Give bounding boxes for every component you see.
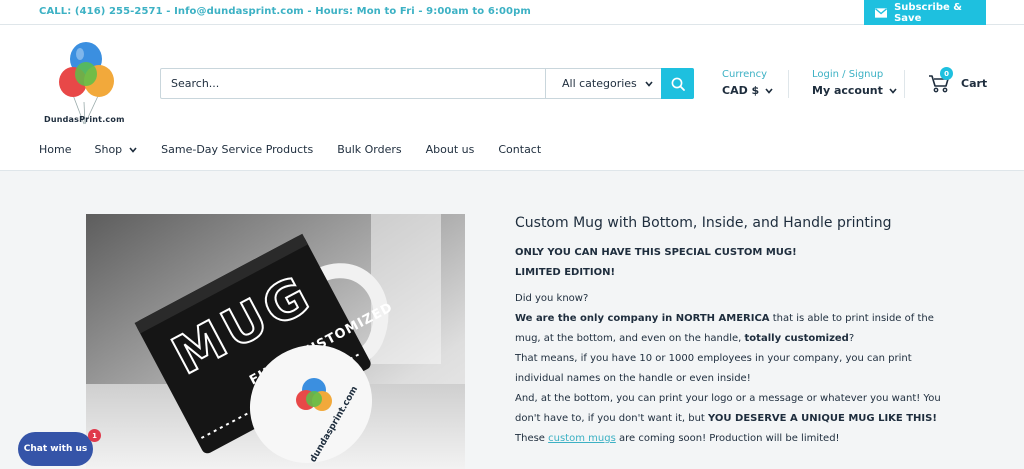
main-content: MUG FULLY CUSTOMIZED dundasprint.com Cus…: [0, 171, 1024, 469]
chevron-down-icon: [645, 80, 653, 87]
chevron-down-icon: [889, 87, 897, 94]
chevron-down-icon: [129, 146, 137, 153]
nav-item-label: Shop: [94, 143, 123, 156]
envelope-icon: [875, 7, 888, 18]
nav-item-about[interactable]: About us: [426, 143, 475, 156]
product-paragraph-3: And, at the bottom, you can print your l…: [515, 393, 941, 424]
custom-mugs-link[interactable]: custom mugs: [548, 433, 616, 444]
nav-item-label: About us: [425, 143, 475, 156]
currency-selector[interactable]: Currency CAD $: [722, 69, 773, 97]
main-nav: Home Shop Same-Day Service Products Bulk…: [39, 143, 541, 156]
currency-value: CAD $: [722, 84, 760, 97]
cart-count-badge: 0: [940, 67, 953, 80]
product-paragraph-2: That means, if you have 10 or 1000 emplo…: [515, 353, 912, 384]
product-limited: LIMITED EDITION!: [515, 267, 616, 278]
nav-item-label: Bulk Orders: [337, 143, 402, 156]
login-signup-link[interactable]: Login / Signup: [812, 69, 897, 80]
account-menu[interactable]: Login / Signup My account: [812, 69, 897, 97]
search-icon: [671, 77, 685, 91]
category-label: All categories: [562, 77, 637, 90]
currency-label: Currency: [722, 69, 768, 80]
nav-item-shop[interactable]: Shop: [94, 143, 137, 156]
nav-item-same-day[interactable]: Same-Day Service Products: [161, 143, 313, 156]
cart-label: Cart: [961, 76, 988, 90]
nav-item-contact[interactable]: Contact: [498, 143, 541, 156]
nav-item-label: Contact: [498, 143, 542, 156]
mug-illustration: MUG FULLY CUSTOMIZED dundasprint.com: [86, 214, 465, 469]
product-headline: ONLY YOU CAN HAVE THIS SPECIAL CUSTOM MU…: [515, 247, 797, 258]
my-account-label: My account: [812, 84, 883, 97]
subscribe-button[interactable]: Subscribe & Save: [864, 0, 986, 25]
nav-item-label: Same-Day Service Products: [161, 143, 314, 156]
logo[interactable]: [38, 40, 134, 126]
subscribe-label: Subscribe & Save: [894, 1, 962, 24]
top-bar: CALL: (416) 255-2571 - Info@dundasprint.…: [0, 0, 1024, 25]
contact-info: CALL: (416) 255-2571 - Info@dundasprint.…: [39, 6, 531, 17]
product-paragraph-1: We are the only company in NORTH AMERICA…: [515, 313, 934, 344]
nav-item-bulk-orders[interactable]: Bulk Orders: [337, 143, 401, 156]
logo-text: DundasPrint.com: [44, 115, 125, 124]
chat-notification-badge: 1: [88, 429, 101, 442]
product-image[interactable]: MUG FULLY CUSTOMIZED dundasprint.com: [86, 214, 465, 469]
cart-button[interactable]: 0 Cart: [928, 67, 988, 93]
site-header: DundasPrint.com All categories Currency …: [0, 26, 1024, 171]
chat-button[interactable]: Chat with us: [18, 432, 93, 466]
product-paragraph-4: These custom mugs are coming soon! Produ…: [515, 433, 840, 444]
search-bar: All categories: [160, 68, 694, 99]
search-input[interactable]: [161, 69, 545, 98]
header-divider: [904, 70, 905, 98]
balloons-logo-icon: [59, 42, 114, 125]
search-button[interactable]: [661, 68, 694, 99]
category-select[interactable]: All categories: [545, 69, 662, 98]
product-info: Custom Mug with Bottom, Inside, and Hand…: [515, 215, 955, 449]
chevron-down-icon: [765, 87, 773, 94]
product-title: Custom Mug with Bottom, Inside, and Hand…: [515, 215, 892, 231]
nav-item-home[interactable]: Home: [39, 143, 71, 156]
product-question: Did you know?: [515, 293, 589, 304]
header-divider: [788, 70, 789, 98]
nav-item-label: Home: [39, 143, 72, 156]
